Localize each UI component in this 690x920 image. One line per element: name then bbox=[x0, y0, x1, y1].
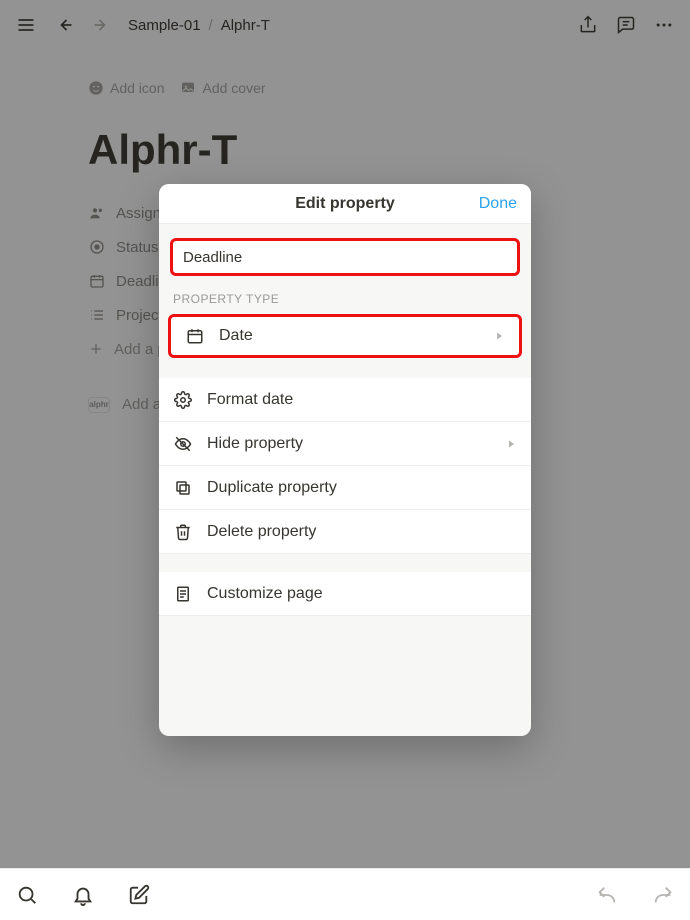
property-type-row[interactable]: Date bbox=[168, 314, 522, 358]
gear-icon bbox=[173, 390, 193, 410]
hide-property-label: Hide property bbox=[207, 435, 491, 453]
chevron-right-icon bbox=[505, 438, 517, 450]
duplicate-icon bbox=[173, 478, 193, 498]
compose-icon[interactable] bbox=[126, 882, 152, 908]
chevron-right-icon bbox=[493, 330, 505, 342]
property-name-wrap bbox=[159, 224, 531, 286]
customize-page-row[interactable]: Customize page bbox=[159, 572, 531, 616]
bottom-toolbar bbox=[0, 868, 690, 920]
calendar-icon bbox=[185, 326, 205, 346]
duplicate-property-row[interactable]: Duplicate property bbox=[159, 466, 531, 510]
page-icon bbox=[173, 584, 193, 604]
section-property-type: PROPERTY TYPE bbox=[159, 286, 531, 314]
delete-property-row[interactable]: Delete property bbox=[159, 510, 531, 554]
done-button[interactable]: Done bbox=[479, 184, 517, 224]
sheet-header: Edit property Done bbox=[159, 184, 531, 224]
property-type-label: Date bbox=[219, 327, 479, 345]
notifications-icon[interactable] bbox=[70, 882, 96, 908]
search-icon[interactable] bbox=[14, 882, 40, 908]
edit-property-sheet: Edit property Done PROPERTY TYPE Date Fo… bbox=[159, 184, 531, 736]
eye-off-icon bbox=[173, 434, 193, 454]
undo-icon[interactable] bbox=[594, 882, 620, 908]
property-name-input[interactable] bbox=[170, 238, 520, 276]
hide-property-row[interactable]: Hide property bbox=[159, 422, 531, 466]
trash-icon bbox=[173, 522, 193, 542]
redo-icon[interactable] bbox=[650, 882, 676, 908]
format-date-row[interactable]: Format date bbox=[159, 378, 531, 422]
duplicate-property-label: Duplicate property bbox=[207, 479, 517, 497]
format-date-label: Format date bbox=[207, 391, 517, 409]
delete-property-label: Delete property bbox=[207, 523, 517, 541]
sheet-title: Edit property bbox=[295, 195, 395, 213]
customize-page-label: Customize page bbox=[207, 585, 517, 603]
